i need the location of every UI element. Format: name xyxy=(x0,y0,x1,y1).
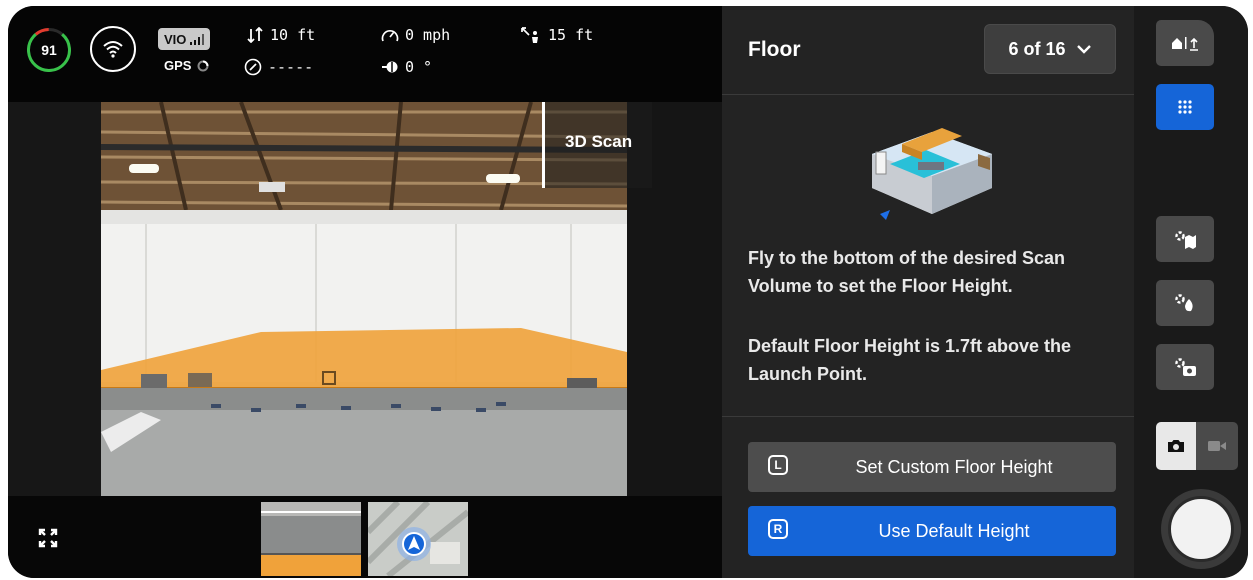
home-altitude-icon xyxy=(1172,37,1198,51)
speedometer-icon xyxy=(381,30,399,42)
photo-icon xyxy=(1168,440,1184,452)
app-frame: 91 VIO GPS 10 ft ----- 0 mph 0 ° 15 ft 3… xyxy=(8,6,1248,578)
map-thumbnail[interactable] xyxy=(368,502,468,576)
scan-map-icon xyxy=(1175,231,1196,249)
vertical-arrows-icon xyxy=(247,27,263,43)
gps-status: GPS xyxy=(164,58,209,73)
use-default-height-label: Use Default Height xyxy=(878,520,1030,541)
gimbal-icon xyxy=(382,61,398,73)
heading-value: ----- xyxy=(268,58,314,76)
panel-divider-bottom xyxy=(722,416,1134,417)
panel-divider-top xyxy=(722,94,1134,95)
expand-button[interactable] xyxy=(36,526,60,550)
grid-icon xyxy=(1178,100,1192,114)
step-selector[interactable]: 6 of 16 xyxy=(984,24,1116,74)
bottom-bar xyxy=(8,496,722,578)
step-label: 6 of 16 xyxy=(1008,38,1066,59)
expand-icon xyxy=(38,528,58,548)
video-mode-option[interactable] xyxy=(1196,422,1238,470)
camera-margin-left xyxy=(8,102,101,496)
distance-readout: 15 ft xyxy=(520,26,593,44)
gimbal-readout: 0 ° xyxy=(381,58,432,76)
wifi-indicator[interactable] xyxy=(90,26,136,72)
gps-spinner-icon xyxy=(197,60,209,71)
speed-readout: 0 mph xyxy=(381,26,450,44)
signal-bars-icon xyxy=(190,33,205,45)
wifi-icon xyxy=(103,41,123,58)
photo-mode-option[interactable] xyxy=(1156,422,1196,470)
distance-value: 15 ft xyxy=(548,26,594,44)
speed-value: 0 mph xyxy=(405,26,451,44)
grid-menu-button[interactable] xyxy=(1156,84,1214,130)
vio-badge: VIO xyxy=(158,28,211,50)
set-custom-floor-height-button[interactable]: L Set Custom Floor Height xyxy=(748,442,1116,492)
battery-indicator: 91 xyxy=(27,28,71,72)
scan-settings-icon xyxy=(1175,294,1193,312)
gps-label: GPS xyxy=(164,58,192,73)
heading-readout: ----- xyxy=(244,58,313,76)
scan-setup-panel: Floor 6 of 16 Fly to the bottom of the d… xyxy=(722,6,1134,578)
battery-ring-icon xyxy=(27,28,71,72)
instruction-text-1: Fly to the bottom of the desired Scan Vo… xyxy=(748,248,1066,296)
compass-icon xyxy=(244,58,262,76)
vio-label: VIO xyxy=(164,31,187,47)
shutter-button[interactable] xyxy=(1161,489,1241,569)
scan-map-button[interactable] xyxy=(1156,216,1214,262)
video-icon xyxy=(1208,441,1226,451)
home-altitude-button[interactable] xyxy=(1156,20,1214,66)
altitude-readout: 10 ft xyxy=(246,26,315,44)
scan-mode-overlay: 3D Scan xyxy=(542,102,652,188)
warehouse-illustration-icon xyxy=(872,128,992,220)
floor-illustration xyxy=(862,114,1002,224)
telemetry-bar: 91 VIO GPS 10 ft ----- 0 mph 0 ° 15 ft xyxy=(8,6,722,102)
camera-thumbnail-image xyxy=(261,502,361,576)
scan-settings-button[interactable] xyxy=(1156,280,1214,326)
map-thumbnail-image xyxy=(368,502,468,576)
camera-thumbnail[interactable] xyxy=(261,502,361,576)
set-custom-floor-height-label: Set Custom Floor Height xyxy=(855,456,1053,477)
instruction-text-2: Default Floor Height is 1.7ft above the … xyxy=(748,336,1072,384)
use-default-height-button[interactable]: R Use Default Height xyxy=(748,506,1116,556)
scan-mode-label: 3D Scan xyxy=(565,132,633,151)
altitude-value: 10 ft xyxy=(270,26,316,44)
chevron-down-icon xyxy=(1076,45,1091,54)
distance-home-icon xyxy=(521,27,538,43)
capture-mode-toggle[interactable] xyxy=(1156,422,1238,470)
gimbal-value: 0 ° xyxy=(405,58,433,76)
scan-camera-icon xyxy=(1175,358,1196,376)
scan-camera-button[interactable] xyxy=(1156,344,1214,390)
shutter-icon xyxy=(1168,496,1234,562)
panel-title: Floor xyxy=(748,38,801,61)
